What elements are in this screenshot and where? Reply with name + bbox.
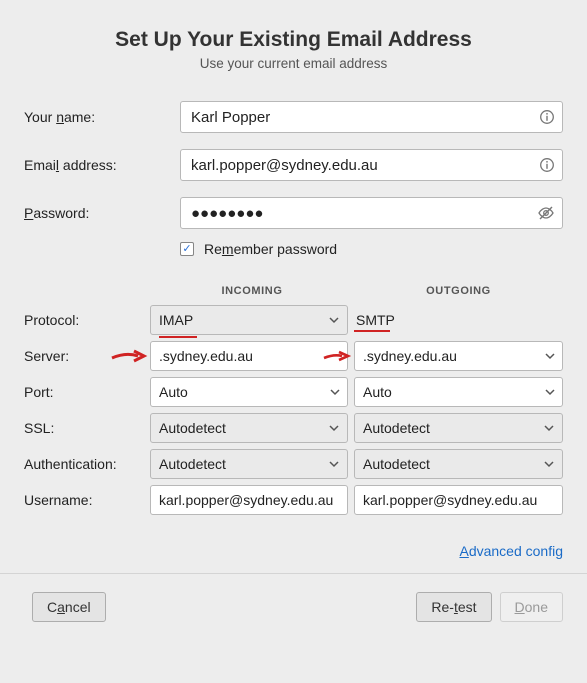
- incoming-server-input[interactable]: [150, 341, 348, 371]
- incoming-auth-select[interactable]: Autodetect: [150, 449, 348, 479]
- email-label: Email address:: [24, 157, 180, 173]
- page-subtitle: Use your current email address: [24, 56, 563, 71]
- remember-checkbox[interactable]: ✓: [180, 242, 194, 256]
- email-input[interactable]: [180, 149, 563, 181]
- outgoing-port-input[interactable]: [354, 377, 563, 407]
- info-icon[interactable]: [539, 109, 555, 125]
- incoming-username-input[interactable]: [150, 485, 348, 515]
- done-button[interactable]: Done: [500, 592, 563, 622]
- name-input[interactable]: [180, 101, 563, 133]
- protocol-label: Protocol:: [24, 312, 150, 328]
- port-label: Port:: [24, 384, 150, 400]
- chevron-down-icon: [329, 456, 339, 472]
- chevron-down-icon: [544, 420, 554, 436]
- cancel-button[interactable]: Cancel: [32, 592, 106, 622]
- eye-off-icon[interactable]: [537, 204, 555, 222]
- ssl-label: SSL:: [24, 420, 150, 436]
- chevron-down-icon: [544, 456, 554, 472]
- outgoing-auth-select[interactable]: Autodetect: [354, 449, 563, 479]
- auth-label: Authentication:: [24, 456, 150, 472]
- arrow-annotation-icon: [110, 348, 148, 364]
- arrow-annotation-icon: [322, 349, 352, 363]
- outgoing-header: OUTGOING: [354, 285, 563, 297]
- advanced-config-link[interactable]: Advanced config: [459, 543, 563, 559]
- page-title: Set Up Your Existing Email Address: [24, 28, 563, 52]
- password-input[interactable]: [180, 197, 563, 229]
- remember-label: Remember password: [204, 241, 337, 257]
- password-label: Password:: [24, 205, 180, 221]
- outgoing-ssl-select[interactable]: Autodetect: [354, 413, 563, 443]
- incoming-header: INCOMING: [150, 285, 354, 297]
- incoming-ssl-select[interactable]: Autodetect: [150, 413, 348, 443]
- outgoing-username-input[interactable]: [354, 485, 563, 515]
- chevron-down-icon: [329, 420, 339, 436]
- spellcheck-underline: [354, 330, 390, 332]
- retest-button[interactable]: Re-test: [416, 592, 491, 622]
- spellcheck-underline: [159, 336, 197, 338]
- username-label: Username:: [24, 492, 150, 508]
- outgoing-server-input[interactable]: [354, 341, 563, 371]
- info-icon[interactable]: [539, 157, 555, 173]
- chevron-down-icon: [329, 312, 339, 328]
- incoming-port-input[interactable]: [150, 377, 348, 407]
- incoming-protocol-select[interactable]: IMAP: [150, 305, 348, 335]
- name-label: Your name:: [24, 109, 180, 125]
- outgoing-protocol: SMTP: [354, 312, 395, 328]
- check-icon: ✓: [182, 244, 191, 255]
